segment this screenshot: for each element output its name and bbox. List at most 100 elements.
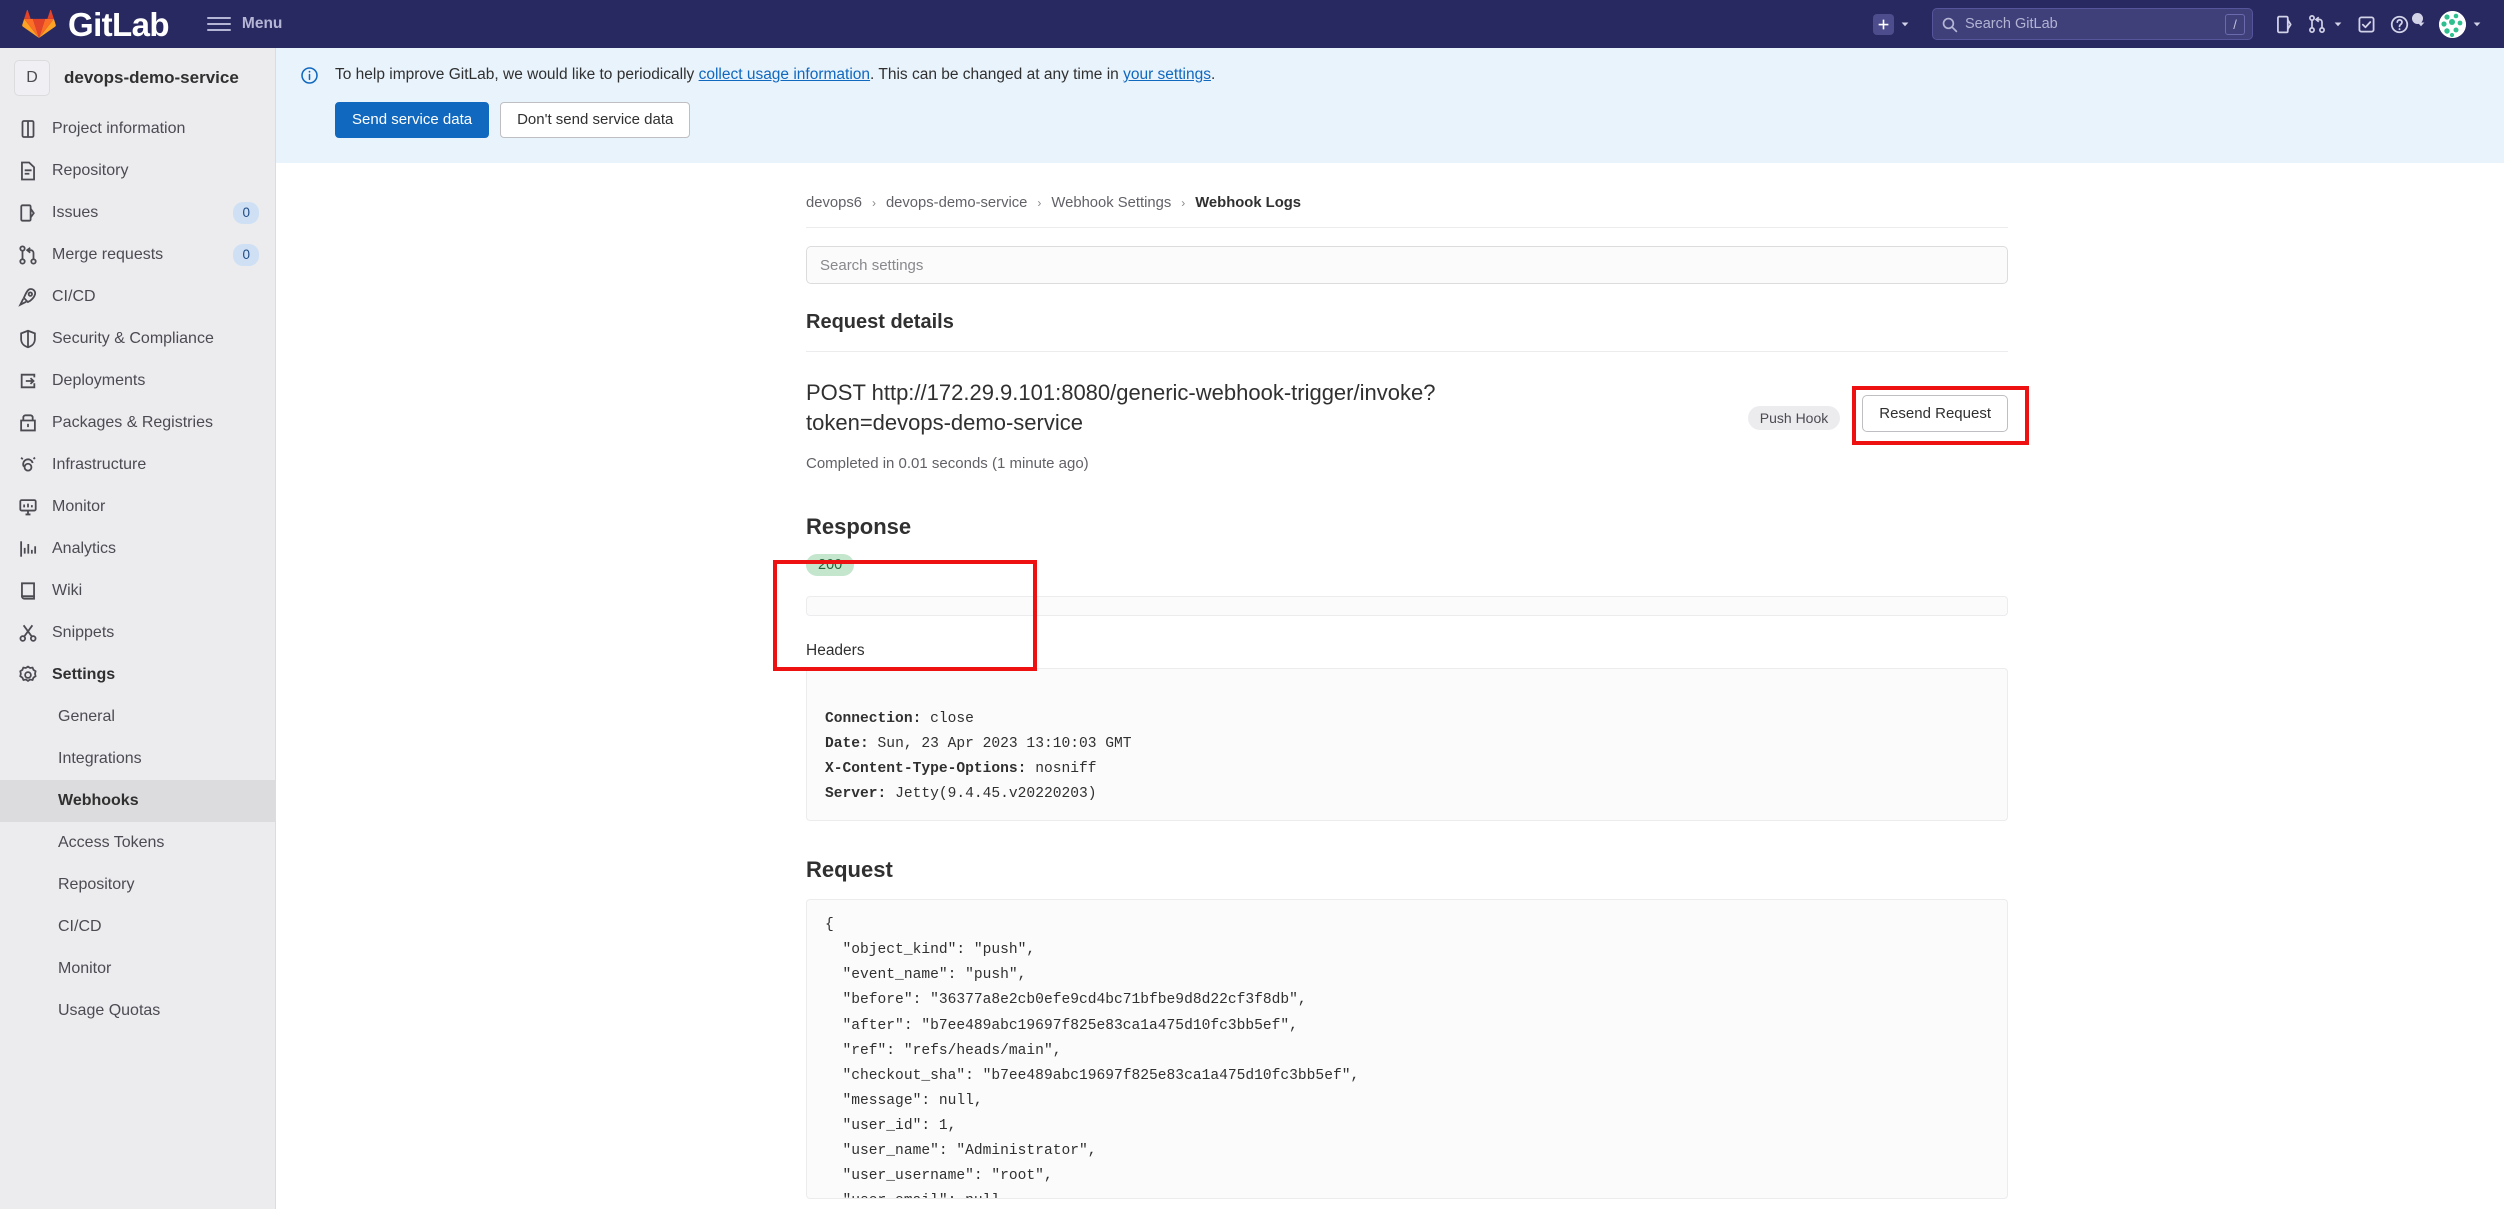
sidebar-item-deployments[interactable]: Deployments xyxy=(0,360,275,402)
response-body xyxy=(806,595,2008,616)
request-details-heading: Request details xyxy=(806,311,954,333)
issues-icon xyxy=(20,204,35,222)
snippet-scissors-icon xyxy=(19,624,37,642)
usage-data-banner: To help improve GitLab, we would like to… xyxy=(276,48,2504,163)
sidebar-subitem-access-tokens[interactable]: Access Tokens xyxy=(0,822,275,864)
issues-nav-button[interactable] xyxy=(2269,7,2300,41)
sidebar-item-settings[interactable]: Settings xyxy=(0,654,275,696)
sidebar-item-infrastructure[interactable]: Infrastructure xyxy=(0,444,275,486)
collect-usage-information-link[interactable]: collect usage information xyxy=(699,66,870,83)
sidebar-item-label: Repository xyxy=(52,162,129,179)
breadcrumb-divider xyxy=(806,227,2008,228)
search-settings-input[interactable] xyxy=(820,256,1994,274)
request-url: POST http://172.29.9.101:8080/generic-we… xyxy=(806,380,1436,436)
sidebar-subitem-label: Usage Quotas xyxy=(58,1002,161,1019)
sidebar-subitem-monitor[interactable]: Monitor xyxy=(0,948,275,990)
gitlab-tanuki-icon xyxy=(22,6,56,43)
search-settings-box[interactable] xyxy=(806,246,2008,284)
sidebar-item-label: Snippets xyxy=(52,624,115,641)
global-search-input[interactable]: / xyxy=(1932,8,2253,40)
sidebar-item-monitor[interactable]: Monitor xyxy=(0,486,275,528)
response-headers-block: Connection: close Date: Sun, 23 Apr 2023… xyxy=(806,667,2008,822)
monitor-icon xyxy=(19,499,37,516)
chevron-down-icon xyxy=(2334,22,2342,27)
sidebar-item-packages-registries[interactable]: Packages & Registries xyxy=(0,402,275,444)
merge-requests-nav-button[interactable] xyxy=(2302,7,2349,41)
new-item-dropdown[interactable] xyxy=(1868,7,1916,41)
sidebar-subitem-label: Repository xyxy=(58,876,135,893)
main-menu-toggle[interactable]: Menu xyxy=(201,11,288,37)
your-settings-link[interactable]: your settings xyxy=(1123,66,1211,83)
sidebar-subitem-ci-cd[interactable]: CI/CD xyxy=(0,906,275,948)
header-value: nosniff xyxy=(1026,761,1097,777)
help-nav-button[interactable] xyxy=(2384,7,2432,41)
sidebar-subitem-label: General xyxy=(58,708,115,725)
sidebar-item-label: Project information xyxy=(52,120,186,137)
sidebar-subitem-label: Monitor xyxy=(58,960,112,977)
infrastructure-icon xyxy=(20,456,36,472)
header-key: Date: xyxy=(825,735,869,752)
sidebar-item-project-information[interactable]: Project information xyxy=(0,108,275,150)
search-icon xyxy=(1942,17,1958,32)
header-value: Sun, 23 Apr 2023 13:10:03 GMT xyxy=(868,735,1132,752)
header-key: Server: xyxy=(825,786,887,803)
sidebar-subitem-integrations[interactable]: Integrations xyxy=(0,738,275,780)
global-search-field[interactable] xyxy=(1965,16,2195,32)
todos-nav-button[interactable] xyxy=(2351,7,2382,41)
sidebar-item-analytics[interactable]: Analytics xyxy=(0,528,275,570)
request-body-block: { "object_kind": "push", "event_name": "… xyxy=(806,899,2008,1200)
sidebar-item-label: CI/CD xyxy=(52,288,96,305)
dont-send-service-data-button[interactable]: Don't send service data xyxy=(500,101,691,139)
breadcrumb-item-project[interactable]: devops-demo-service xyxy=(886,195,1027,211)
merge-request-icon xyxy=(19,245,37,265)
avatar xyxy=(2439,10,2466,38)
help-notification-dot xyxy=(2412,13,2423,24)
request-completed-text: Completed in 0.01 seconds (1 minute ago) xyxy=(806,454,1089,472)
status-badge: 200 xyxy=(806,553,855,576)
response-section: Response 200 Headers Connection: close D… xyxy=(806,513,2008,822)
header-key: Connection: xyxy=(825,710,922,727)
sidebar-item-label: Analytics xyxy=(52,540,117,557)
sidebar-subitem-label: Access Tokens xyxy=(58,834,165,851)
response-heading: Response xyxy=(806,513,912,539)
banner-text-part2: . This can be changed at any time in xyxy=(870,66,1124,83)
sidebar-item-merge-requests[interactable]: Merge requests 0 xyxy=(0,234,275,276)
wiki-book-icon xyxy=(21,582,35,600)
headers-label: Headers xyxy=(806,641,865,659)
sidebar-project-header[interactable]: D devops-demo-service xyxy=(0,48,275,108)
request-heading: Request xyxy=(806,857,893,883)
sidebar-subitem-label: Integrations xyxy=(58,750,142,767)
sidebar-item-label: Settings xyxy=(52,666,116,683)
sidebar-item-snippets[interactable]: Snippets xyxy=(0,612,275,654)
sidebar-item-ci-cd[interactable]: CI/CD xyxy=(0,276,275,318)
breadcrumb: devops6 › devops-demo-service › Webhook … xyxy=(806,163,2008,211)
sidebar-subitem-usage-quotas[interactable]: Usage Quotas xyxy=(0,990,275,1032)
menu-label: Menu xyxy=(241,15,283,32)
sidebar-item-repository[interactable]: Repository xyxy=(0,150,275,192)
plus-icon xyxy=(1873,13,1894,35)
merge-requests-count-badge: 0 xyxy=(233,244,259,266)
sidebar-item-security-compliance[interactable]: Security & Compliance xyxy=(0,318,275,360)
request-summary-row: POST http://172.29.9.101:8080/generic-we… xyxy=(806,378,2008,472)
sidebar-subitem-webhooks[interactable]: Webhooks xyxy=(0,780,275,822)
resend-request-button[interactable]: Resend Request xyxy=(1862,395,2008,432)
breadcrumb-separator: › xyxy=(1037,196,1042,210)
user-menu-button[interactable] xyxy=(2434,7,2488,41)
content-column: devops6 › devops-demo-service › Webhook … xyxy=(806,163,2008,1200)
breadcrumb-item-webhook-settings[interactable]: Webhook Settings xyxy=(1051,195,1171,211)
sidebar-subitem-repository[interactable]: Repository xyxy=(0,864,275,906)
sidebar-subitem-general[interactable]: General xyxy=(0,696,275,738)
gitlab-logo-link[interactable]: GitLab xyxy=(22,6,170,43)
package-icon xyxy=(20,414,36,432)
breadcrumb-separator: › xyxy=(871,196,876,210)
chevron-down-icon xyxy=(2473,22,2481,27)
sidebar-item-wiki[interactable]: Wiki xyxy=(0,570,275,612)
send-service-data-button[interactable]: Send service data xyxy=(335,101,490,139)
navbar-left-section: GitLab Menu xyxy=(0,6,288,43)
search-shortcut-key: / xyxy=(2225,14,2245,35)
breadcrumb-item-group[interactable]: devops6 xyxy=(806,195,862,211)
sidebar-item-issues[interactable]: Issues 0 xyxy=(0,192,275,234)
header-key: X-Content-Type-Options: xyxy=(825,761,1027,777)
banner-text-part1: To help improve GitLab, we would like to… xyxy=(335,66,699,83)
repository-icon xyxy=(21,161,35,181)
